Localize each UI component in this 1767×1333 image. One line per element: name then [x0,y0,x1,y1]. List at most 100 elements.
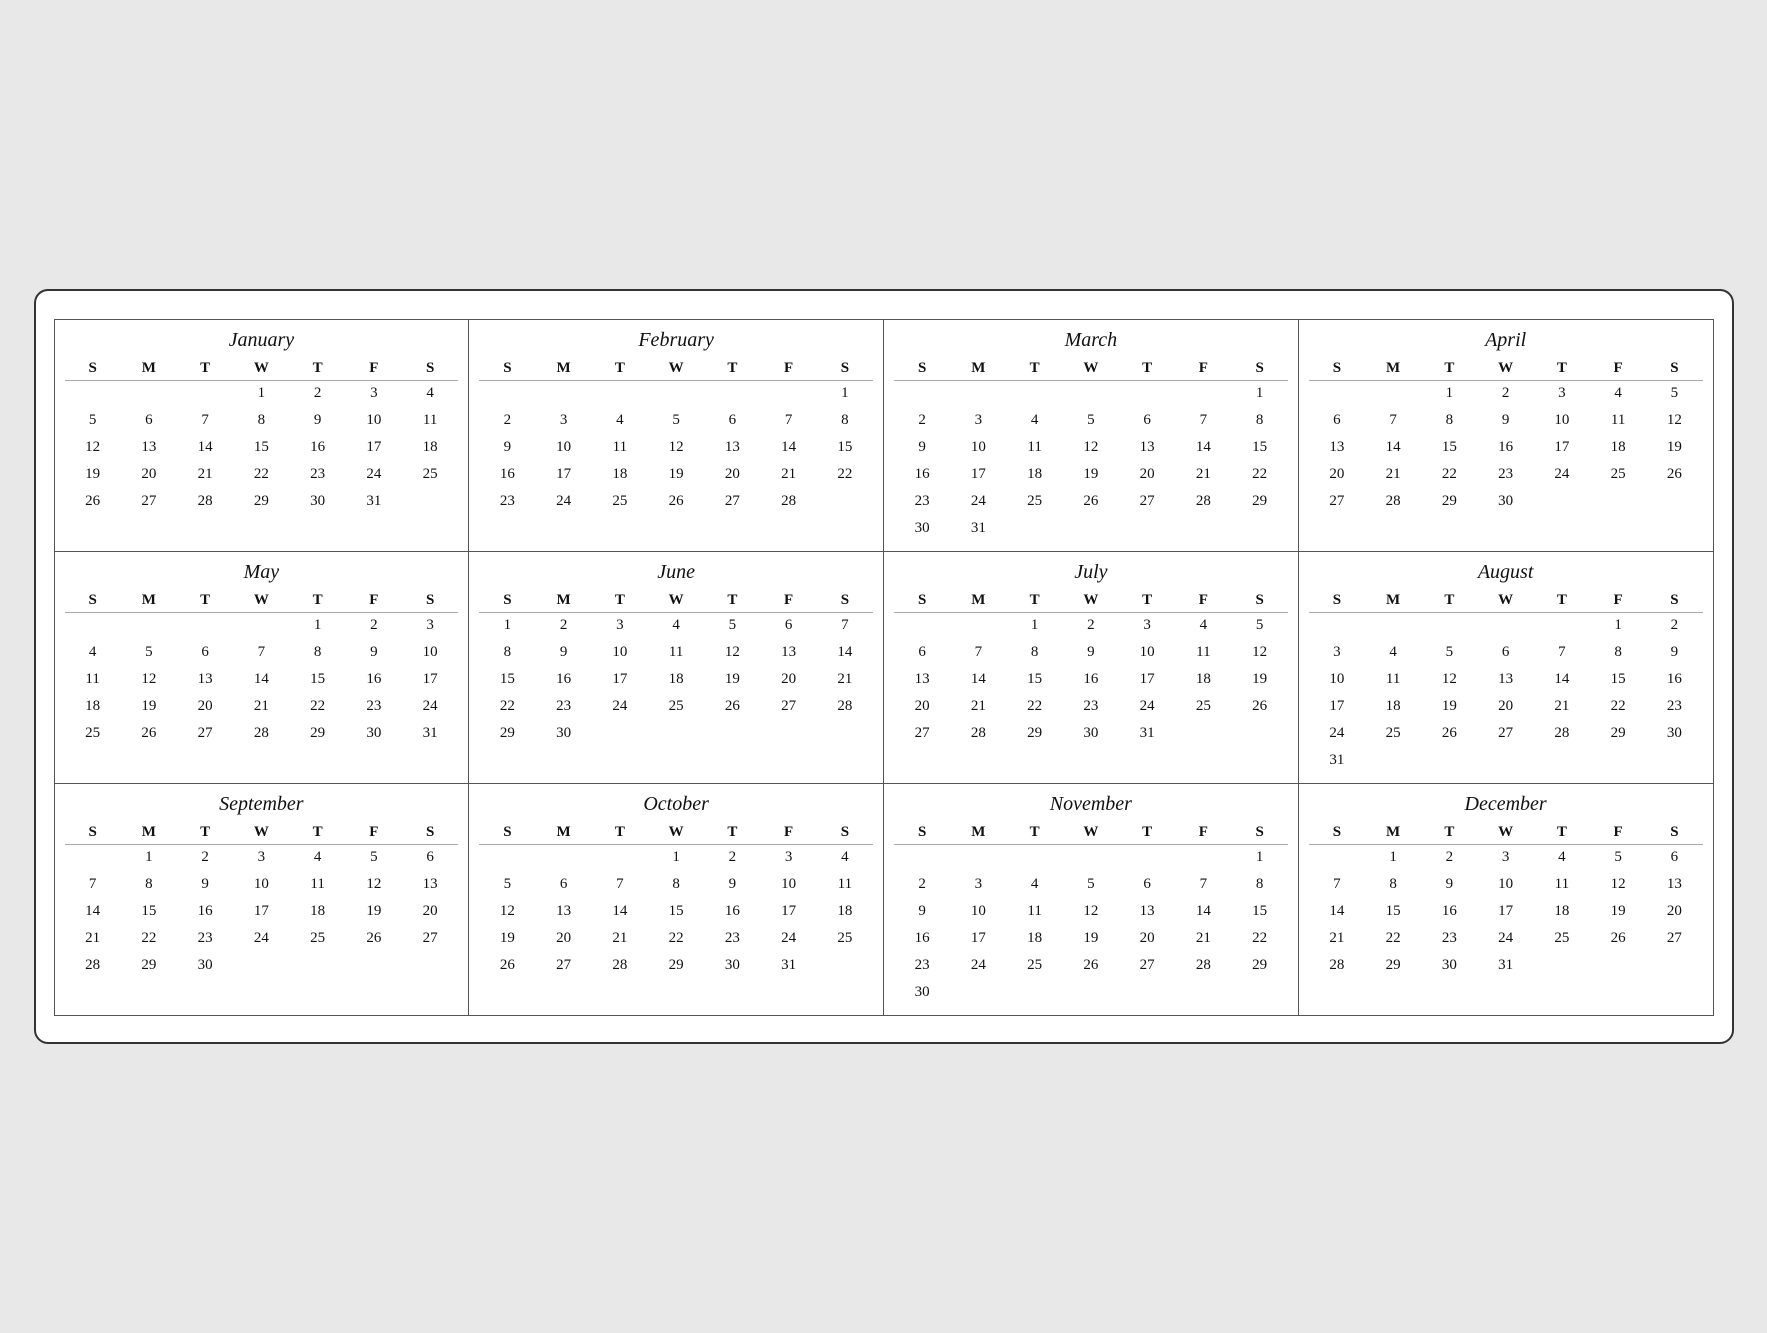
day-cell: 7 [177,408,233,435]
day-cell: 2 [1478,381,1534,408]
day-cell: 3 [1478,845,1534,872]
day-cell [1063,381,1119,408]
day-cell: 7 [1365,408,1421,435]
day-cell: 3 [1534,381,1590,408]
day-cell [1119,381,1175,408]
day-cell: 11 [1534,872,1590,899]
day-cell: 27 [536,953,592,980]
day-cell: 6 [1119,872,1175,899]
day-cell: 2 [536,613,592,640]
month-name: November [894,789,1288,821]
day-cell [1365,748,1421,775]
day-cell: 29 [233,489,289,516]
day-cell [1478,613,1534,640]
day-cell: 20 [1309,462,1365,489]
day-cell: 10 [950,899,1006,926]
day-cell: 6 [402,845,458,872]
day-cell: 26 [65,489,121,516]
day-header: S [894,357,950,381]
day-grid: SMTWTFS123456789101112131415161718192021… [479,589,873,748]
day-cell [346,953,402,980]
day-cell: 3 [950,408,1006,435]
day-cell: 20 [1119,462,1175,489]
day-cell: 24 [950,953,1006,980]
day-header: M [1365,821,1421,845]
day-header: W [1478,357,1534,381]
day-header: T [177,589,233,613]
day-cell: 22 [1590,694,1646,721]
day-cell: 8 [290,640,346,667]
day-cell [1232,516,1288,543]
day-cell: 21 [1365,462,1421,489]
day-cell: 31 [346,489,402,516]
day-header: S [402,357,458,381]
day-cell: 26 [648,489,704,516]
day-header: T [592,357,648,381]
day-cell: 9 [1421,872,1477,899]
day-header: T [177,821,233,845]
day-cell: 8 [479,640,535,667]
day-cell: 10 [950,435,1006,462]
day-header: T [1007,589,1063,613]
day-cell: 25 [1590,462,1646,489]
day-cell [1007,381,1063,408]
day-header: T [290,357,346,381]
day-header: W [648,357,704,381]
day-cell: 17 [592,667,648,694]
day-cell: 25 [648,694,704,721]
day-cell: 21 [1309,926,1365,953]
day-cell: 12 [346,872,402,899]
day-grid: SMTWTFS123456789101112131415161718192021… [65,357,459,516]
day-cell: 20 [1119,926,1175,953]
day-cell [1478,748,1534,775]
day-cell [1007,980,1063,1007]
day-cell: 21 [950,694,1006,721]
day-cell: 29 [479,721,535,748]
day-cell: 4 [65,640,121,667]
day-cell: 10 [1309,667,1365,694]
day-header: S [1232,357,1288,381]
day-header: M [536,821,592,845]
day-cell: 3 [761,845,817,872]
day-cell: 18 [1365,694,1421,721]
day-cell: 9 [704,872,760,899]
day-cell: 8 [1590,640,1646,667]
day-cell: 29 [1421,489,1477,516]
day-cell: 19 [65,462,121,489]
day-grid: SMTWTFS123456789101112131415161718192021… [894,589,1288,748]
day-cell: 12 [1646,408,1702,435]
day-header: M [950,357,1006,381]
day-cell: 2 [290,381,346,408]
day-header: F [761,589,817,613]
day-cell: 26 [479,953,535,980]
day-cell: 16 [1421,899,1477,926]
day-cell: 21 [233,694,289,721]
day-cell: 16 [1646,667,1702,694]
day-cell: 17 [950,926,1006,953]
month-cell-july: JulySMTWTFS12345678910111213141516171819… [884,552,1299,784]
day-cell: 27 [894,721,950,748]
day-header: W [233,357,289,381]
day-cell: 5 [1063,872,1119,899]
day-cell: 6 [536,872,592,899]
month-name: January [65,325,459,357]
day-grid: SMTWTFS123456789101112131415161718192021… [894,821,1288,1007]
day-cell: 2 [1421,845,1477,872]
day-header: S [1646,589,1702,613]
day-cell: 23 [177,926,233,953]
day-cell [592,845,648,872]
day-cell: 23 [1421,926,1477,953]
day-cell: 21 [761,462,817,489]
day-cell: 23 [894,489,950,516]
day-cell: 14 [233,667,289,694]
day-header: T [177,357,233,381]
day-cell: 7 [592,872,648,899]
day-cell: 24 [592,694,648,721]
day-cell: 2 [479,408,535,435]
day-cell: 24 [233,926,289,953]
day-header: S [894,589,950,613]
day-cell: 14 [1309,899,1365,926]
day-cell: 29 [1590,721,1646,748]
day-cell: 15 [1590,667,1646,694]
day-cell: 25 [817,926,873,953]
